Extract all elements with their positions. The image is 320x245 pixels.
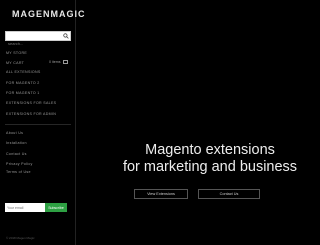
cart-icon xyxy=(62,60,68,64)
link-installation[interactable]: Installation xyxy=(6,141,27,145)
nav-divider xyxy=(5,124,71,125)
nav-magento-1[interactable]: FOR MAGENTO 1 xyxy=(6,91,40,95)
nav-extensions-admin[interactable]: EXTENSIONS FOR ADMIN xyxy=(6,112,56,116)
newsletter-form: Subscribe xyxy=(5,203,67,212)
nav-my-cart[interactable]: MY CART xyxy=(6,61,24,65)
link-privacy-policy[interactable]: Privacy Policy xyxy=(6,162,33,166)
cart-summary[interactable]: 0 items xyxy=(49,60,68,64)
contact-us-button[interactable]: Contact Us xyxy=(198,189,260,199)
hero-title-line2: for marketing and business xyxy=(122,159,298,175)
nav-extensions-sales[interactable]: EXTENSIONS FOR SALES xyxy=(6,101,56,105)
search-icon[interactable] xyxy=(63,33,69,39)
nav-all-extensions[interactable]: ALL EXTENSIONS xyxy=(6,70,41,74)
search-box xyxy=(5,31,71,48)
copyright-text: © 2018 Magen Magic xyxy=(6,236,35,240)
newsletter-email-input[interactable] xyxy=(5,203,45,212)
link-contact-us[interactable]: Contact Us xyxy=(6,152,27,156)
nav-my-store[interactable]: MY STORE xyxy=(6,51,27,55)
nav-magento-2[interactable]: FOR MAGENTO 2 xyxy=(6,81,40,85)
link-about-us[interactable]: About Us xyxy=(6,131,23,135)
hero-title-line1: Magento extensions xyxy=(145,142,275,158)
sidebar: MAGENMAGIC MY STORE MY CART 0 items ALL … xyxy=(0,0,85,245)
cart-count: 0 items xyxy=(49,60,61,64)
brand-logo[interactable]: MAGENMAGIC xyxy=(12,9,86,19)
view-extensions-button[interactable]: View Extensions xyxy=(134,189,188,199)
hero-title: Magento extensions for marketing and bus… xyxy=(110,142,310,176)
search-input[interactable] xyxy=(6,39,62,48)
subscribe-button[interactable]: Subscribe xyxy=(45,203,67,212)
link-terms-of-use[interactable]: Terms of Use xyxy=(6,170,31,174)
